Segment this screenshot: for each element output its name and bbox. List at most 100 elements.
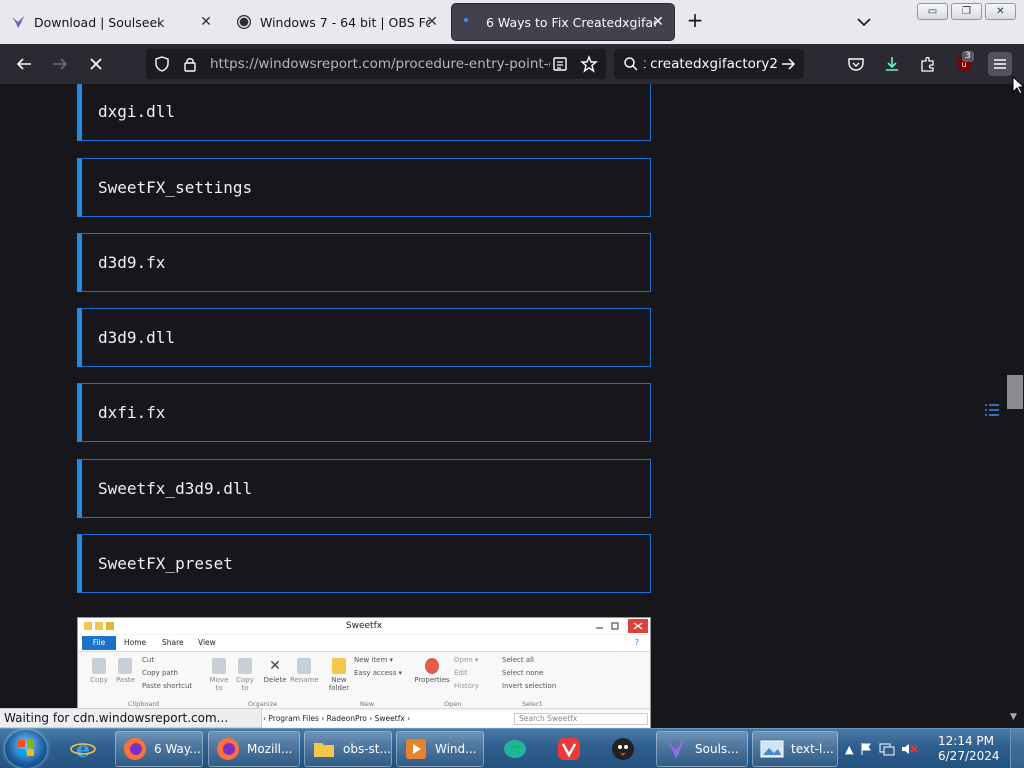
- ribbon-group-clipboard: Clipboard: [128, 700, 160, 708]
- internet-explorer-pin[interactable]: e: [64, 731, 108, 767]
- back-button[interactable]: [12, 52, 36, 76]
- reader-view-icon[interactable]: [552, 56, 568, 72]
- image-viewer-icon: [760, 740, 784, 758]
- tab-soulseek[interactable]: Download | Soulseek ✕: [0, 4, 222, 40]
- stop-loading-button[interactable]: [84, 52, 108, 76]
- explorer-title-text: Sweetfx: [345, 621, 383, 631]
- page-content: dxgi.dll SweetFX_settings d3d9.fx d3d9.d…: [0, 84, 1024, 728]
- pocket-button[interactable]: [844, 52, 868, 76]
- ribbon-rename: Rename: [290, 658, 319, 684]
- shield-icon[interactable]: [154, 56, 170, 72]
- table-of-contents-icon[interactable]: [984, 402, 1000, 416]
- ribbon-select-all: Select all: [502, 656, 534, 664]
- status-text: Waiting for cdn.windowsreport.com...: [0, 708, 262, 728]
- explorer-address-path: › Program Files › RadeonPro › Sweetfx ›: [263, 714, 411, 723]
- ribbon-group-select: Select: [522, 700, 543, 708]
- taskbar-firefox-mozilla[interactable]: Mozill...: [208, 731, 300, 767]
- explorer-window-controls: [590, 619, 648, 633]
- explorer-file-tab: File: [82, 636, 116, 650]
- lock-icon[interactable]: [182, 56, 198, 72]
- bookmark-star-icon[interactable]: [580, 55, 598, 73]
- ribbon-group-open: Open: [444, 700, 462, 708]
- scrollbar-thumb[interactable]: [1007, 375, 1023, 409]
- code-block: dxgi.dll: [77, 84, 651, 141]
- tab-strip: Download | Soulseek ✕ Windows 7 - 64 bit…: [0, 0, 1024, 44]
- clock-time: 12:14 PM: [938, 734, 994, 748]
- volume-muted-icon[interactable]: [901, 742, 919, 756]
- stop-icon: [90, 58, 102, 70]
- start-button[interactable]: [5, 730, 47, 768]
- chevron-down-icon[interactable]: [854, 12, 874, 32]
- close-icon[interactable]: ✕: [198, 14, 214, 30]
- ribbon-copy-path: Copy path: [142, 669, 178, 677]
- taskbar-pin-app-1[interactable]: [496, 731, 536, 767]
- taskbar-media-player[interactable]: Wind...: [396, 731, 484, 767]
- new-tab-button[interactable]: +: [684, 10, 706, 32]
- firefox-icon: [217, 738, 239, 760]
- vivaldi-icon: [558, 738, 580, 760]
- folder-icon: [314, 743, 334, 757]
- mouse-cursor-icon: [1012, 76, 1024, 95]
- network-icon[interactable]: [879, 742, 895, 756]
- forward-button[interactable]: [48, 52, 72, 76]
- ribbon-select-none: Select none: [502, 669, 544, 677]
- ribbon-invert-selection: Invert selection: [502, 682, 557, 690]
- restore-button[interactable]: ❐: [951, 3, 982, 20]
- tray-expand-icon[interactable]: ▲: [845, 743, 853, 756]
- ribbon-cut: Cut: [142, 656, 155, 664]
- ribbon-new-item: New item ▾: [354, 656, 394, 664]
- code-block: dxfi.fx: [77, 383, 651, 442]
- taskbar-firefox-6-ways[interactable]: 6 Way...: [115, 731, 203, 767]
- url-bar[interactable]: https://windowsreport.com/procedure-entr…: [146, 49, 606, 79]
- downloads-button[interactable]: [880, 52, 904, 76]
- taskbar-soulseek[interactable]: Souls...: [656, 731, 748, 767]
- forward-arrow-icon: [53, 58, 68, 70]
- code-block: Sweetfx_d3d9.dll: [77, 459, 651, 518]
- search-bar[interactable]: procedure entry point createdxgifactory2: [614, 49, 804, 79]
- show-desktop-button[interactable]: [1010, 729, 1024, 768]
- explorer-home-tab: Home: [124, 638, 147, 647]
- tab-6-ways[interactable]: 6 Ways to Fix Createdxgifactory2 ✕: [452, 4, 674, 40]
- explorer-ribbon: Copy Paste Cut Copy path Paste shortcut …: [78, 651, 650, 709]
- system-tray: ▲: [845, 731, 919, 767]
- action-center-flag-icon[interactable]: [859, 742, 873, 756]
- taskbar-folder-obs[interactable]: obs-st...: [304, 731, 392, 767]
- ribbon-easy-access: Easy access ▾: [354, 669, 403, 677]
- explorer-share-tab: Share: [162, 638, 184, 647]
- code-block: SweetFX_preset: [77, 534, 651, 593]
- menu-button[interactable]: [988, 52, 1012, 76]
- soulseek-bird-icon: [10, 14, 26, 30]
- close-icon[interactable]: ✕: [650, 14, 666, 30]
- puzzle-icon: [921, 56, 934, 72]
- tab-title: Download | Soulseek: [34, 14, 165, 30]
- taskbar: e 6 Way... Mozill... obs-st... Wind... S…: [0, 728, 1024, 768]
- media-player-icon: [406, 739, 426, 759]
- chat-bubble-icon: [504, 740, 526, 758]
- download-icon: [886, 57, 898, 71]
- bird-mascot-icon: [612, 738, 634, 760]
- folder-icon: [84, 621, 114, 631]
- tab-obs-forums[interactable]: Windows 7 - 64 bit | OBS Forums ✕: [226, 4, 448, 40]
- ribbon-paste: Paste: [116, 658, 135, 684]
- go-arrow-icon[interactable]: [780, 56, 796, 72]
- tab-title: 6 Ways to Fix Createdxgifactory2: [486, 14, 656, 30]
- search-input[interactable]: procedure entry point createdxgifactory2: [644, 56, 778, 72]
- close-button[interactable]: ✕: [985, 3, 1016, 20]
- firefox-icon: [124, 738, 146, 760]
- help-icon: ?: [635, 638, 639, 647]
- system-clock[interactable]: 12:14 PM 6/27/2024: [938, 734, 1000, 764]
- taskbar-pin-app-2[interactable]: [604, 731, 644, 767]
- minimize-button[interactable]: ▭: [917, 3, 948, 20]
- close-icon[interactable]: ✕: [424, 14, 440, 30]
- explorer-view-tab: View: [198, 638, 216, 647]
- ribbon-edit: Edit: [454, 669, 468, 677]
- obs-icon: [236, 14, 252, 30]
- code-block: d3d9.fx: [77, 233, 651, 292]
- taskbar-vivaldi[interactable]: [550, 731, 590, 767]
- scroll-down-arrow-icon[interactable]: ▼: [1010, 712, 1017, 722]
- window-controls: ▭ ❐ ✕: [917, 3, 1016, 20]
- taskbar-image-viewer[interactable]: text-l...: [752, 731, 838, 767]
- ribbon-copy-to: Copy to: [234, 658, 256, 692]
- url-text[interactable]: https://windowsreport.com/procedure-entr…: [210, 56, 550, 72]
- extensions-button[interactable]: [916, 52, 940, 76]
